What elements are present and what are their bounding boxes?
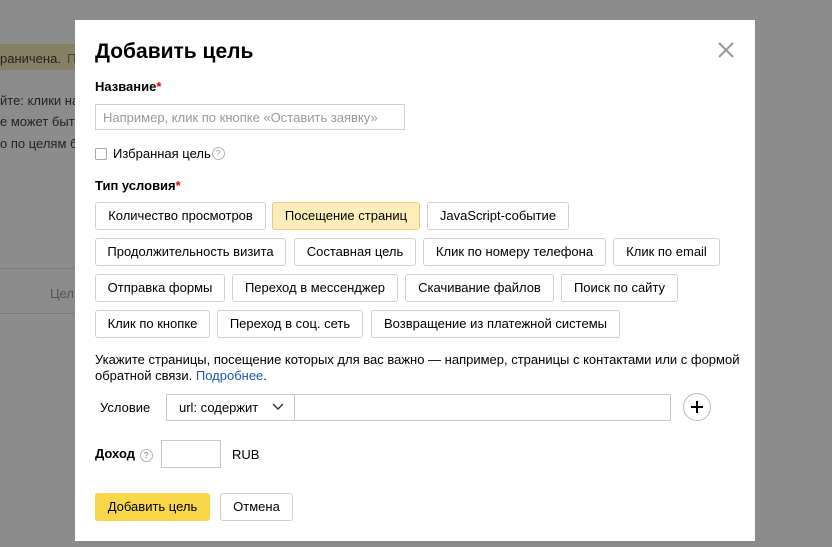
add-goal-button[interactable]: Добавить цель: [95, 493, 210, 521]
condition-type-button-click[interactable]: Клик по кнопке: [95, 310, 210, 338]
more-info-link[interactable]: Подробнее: [196, 368, 263, 383]
condition-label: Условие: [100, 400, 151, 415]
condition-operator-select[interactable]: url: содержит: [166, 394, 295, 421]
close-button[interactable]: [716, 40, 736, 60]
condition-type-page-views[interactable]: Количество просмотров: [95, 202, 266, 230]
condition-type-javascript-event[interactable]: JavaScript-событие: [427, 202, 569, 230]
condition-type-email-click[interactable]: Клик по email: [613, 238, 720, 266]
dialog-title: Добавить цель: [95, 40, 254, 63]
goal-name-input[interactable]: [95, 104, 405, 130]
help-icon[interactable]: ?: [211, 147, 225, 160]
add-goal-dialog: Добавить цель Название* Избранная цель ?…: [75, 20, 755, 541]
cancel-button[interactable]: Отмена: [220, 493, 293, 521]
description-end: .: [263, 368, 267, 383]
condition-type-phone-click[interactable]: Клик по номеру телефона: [423, 238, 606, 266]
background-divider: [0, 313, 75, 314]
condition-description: Укажите страницы, посещение которых для …: [95, 352, 745, 384]
condition-type-composite-goal[interactable]: Составная цель: [294, 238, 416, 266]
condition-type-messenger[interactable]: Переход в мессенджер: [232, 274, 398, 302]
add-condition-button[interactable]: [683, 393, 711, 421]
condition-type-file-download[interactable]: Скачивание файлов: [405, 274, 554, 302]
required-mark: *: [175, 178, 181, 193]
help-icon[interactable]: ?: [139, 449, 153, 462]
condition-type-label: Тип условия*: [95, 178, 181, 193]
background-text: раничена.: [0, 51, 61, 66]
background-text: Цел: [50, 286, 75, 301]
close-icon: [718, 42, 734, 58]
condition-type-page-visits[interactable]: Посещение страниц: [272, 202, 420, 230]
condition-value-input[interactable]: [294, 394, 671, 421]
income-label: Доход ?: [95, 446, 153, 462]
condition-type-site-search[interactable]: Поиск по сайту: [561, 274, 678, 302]
condition-type-payment-return[interactable]: Возвращение из платежной системы: [371, 310, 620, 338]
background-text: йте: клики на: [0, 93, 80, 108]
condition-operator-value: url: содержит: [179, 400, 259, 415]
favorite-goal-label: Избранная цель: [113, 146, 211, 161]
required-mark: *: [156, 79, 162, 94]
condition-type-form-submit[interactable]: Отправка формы: [95, 274, 225, 302]
description-text: Укажите страницы, посещение которых для …: [95, 352, 740, 383]
condition-type-visit-duration[interactable]: Продолжительность визита: [95, 238, 286, 266]
background-text: е может быть: [0, 114, 82, 129]
favorite-goal-row: Избранная цель ?: [95, 146, 225, 161]
favorite-goal-checkbox[interactable]: [95, 147, 107, 160]
name-label: Название*: [95, 79, 162, 94]
plus-icon: [691, 401, 703, 413]
background-divider: [0, 268, 75, 269]
condition-type-social-network[interactable]: Переход в соц. сеть: [217, 310, 363, 338]
currency-label: RUB: [232, 447, 260, 462]
income-input[interactable]: [161, 440, 221, 468]
chevron-down-icon: [272, 403, 284, 410]
background-text: о по целям б: [0, 136, 78, 151]
